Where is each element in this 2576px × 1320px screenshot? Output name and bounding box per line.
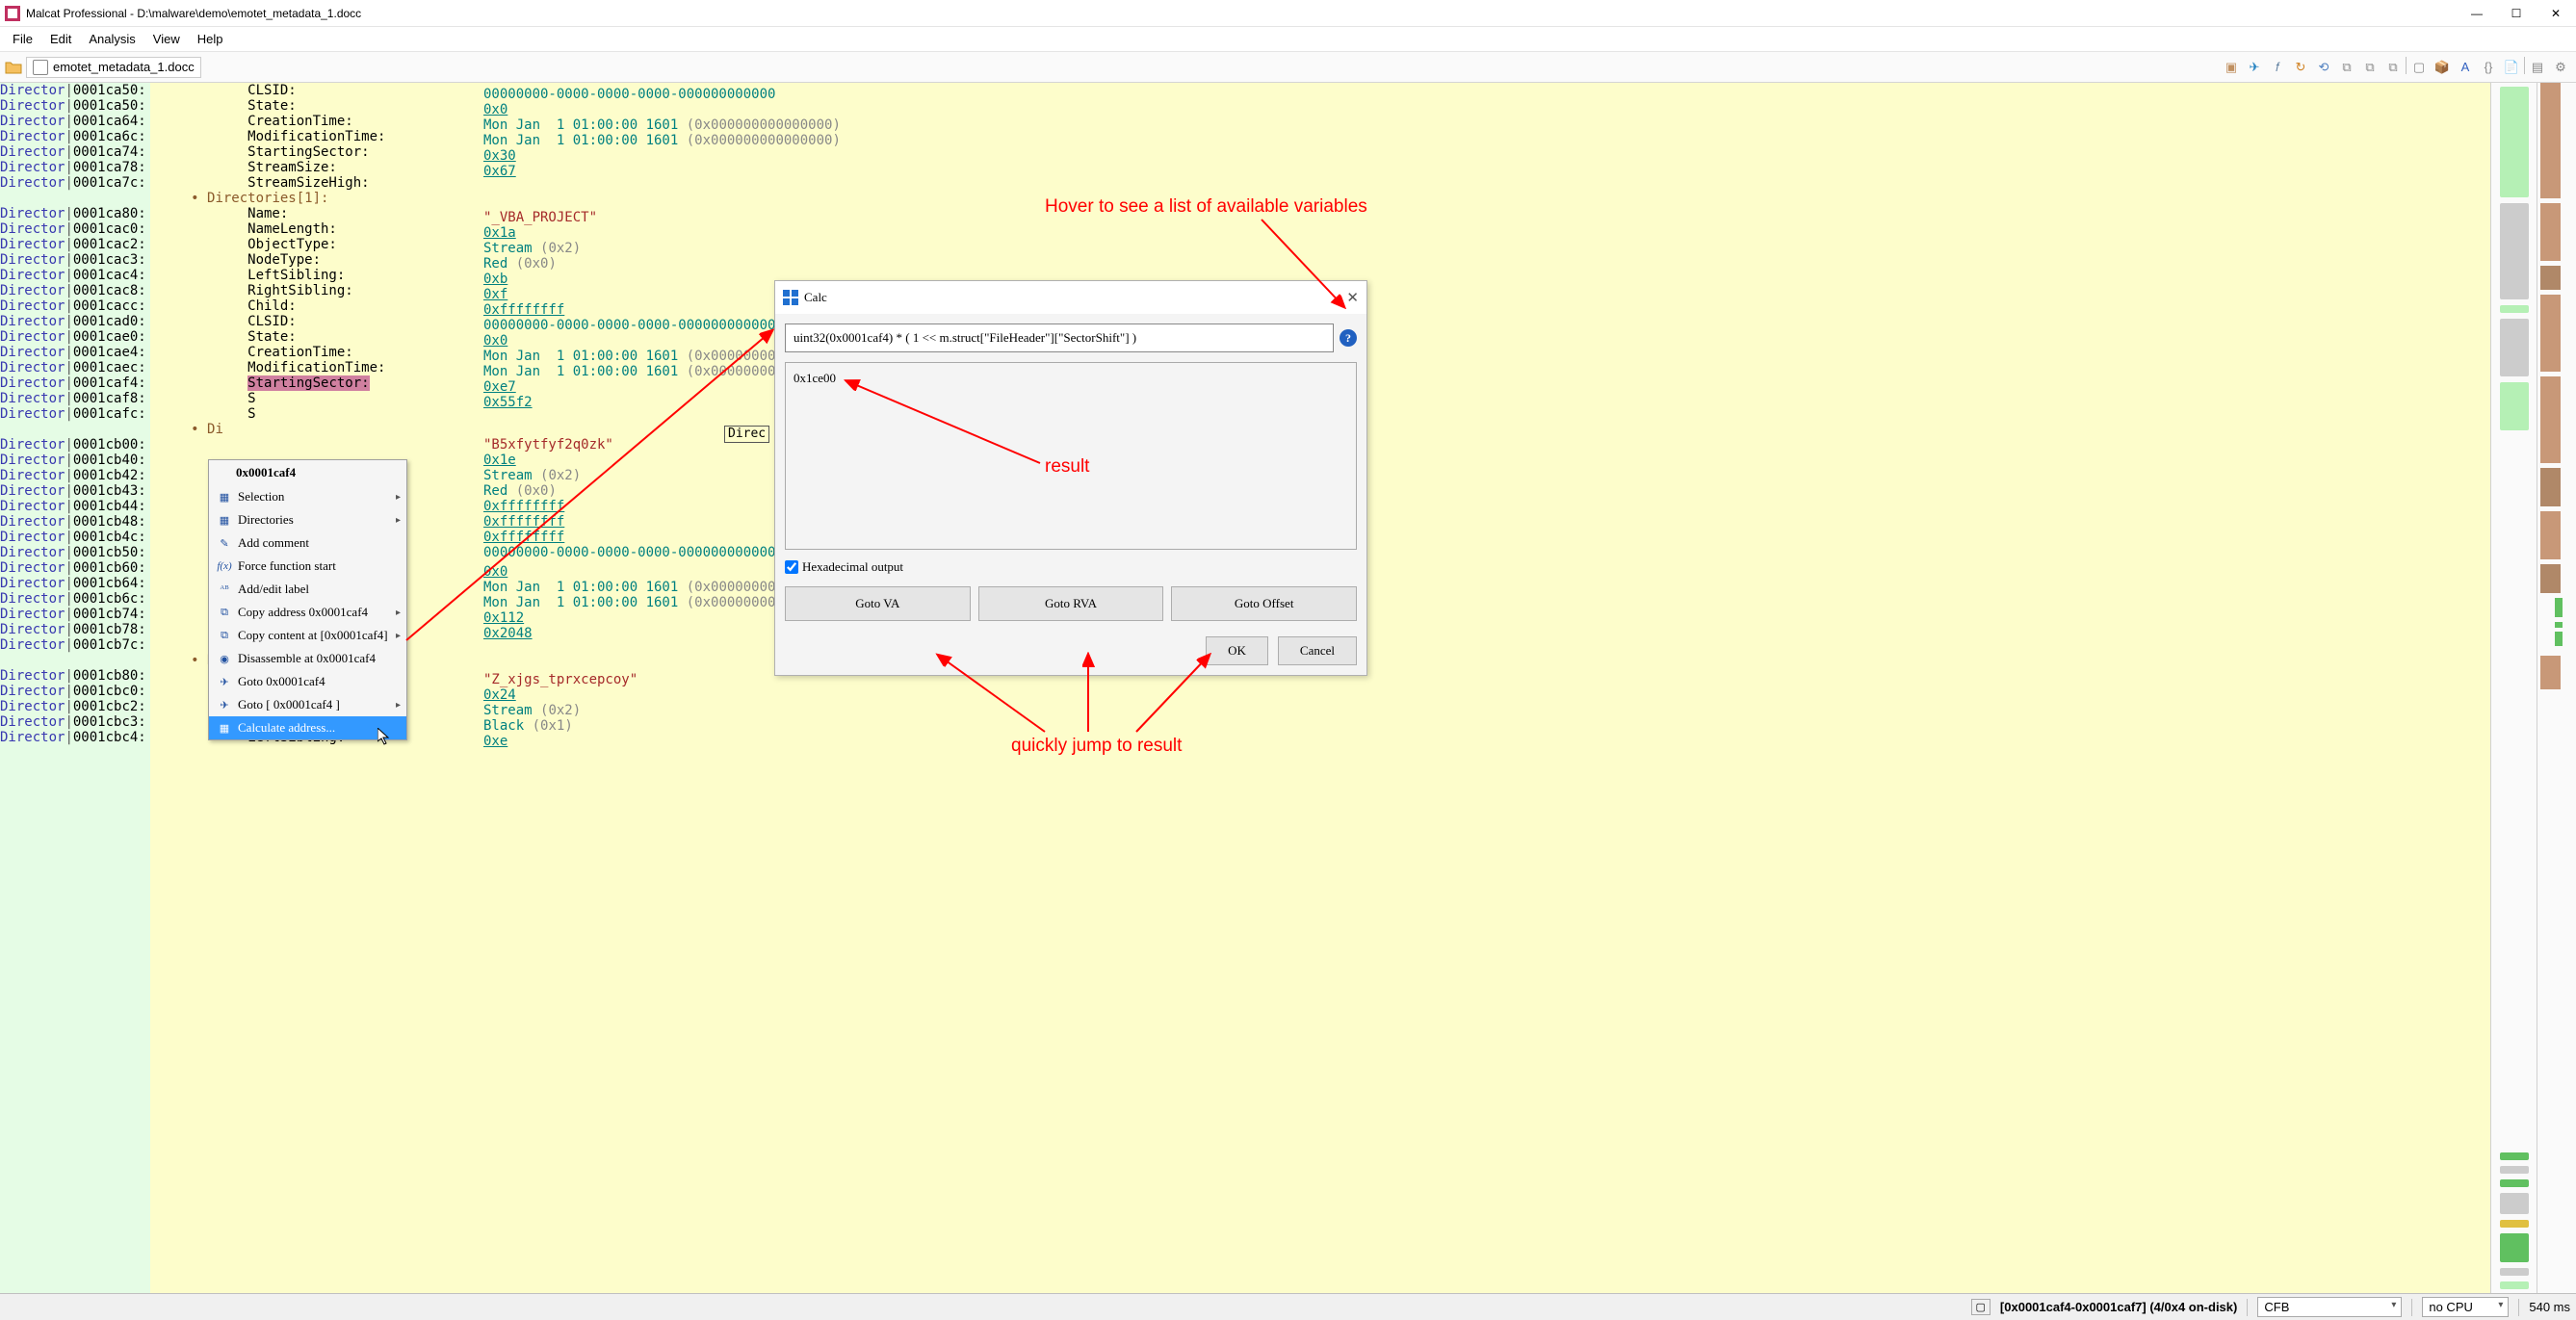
- calc-result-output: 0x1ce00: [785, 362, 1357, 550]
- context-item[interactable]: ✈Goto 0x0001caf4: [209, 670, 406, 693]
- minimap-narrow[interactable]: [2537, 83, 2576, 1293]
- context-item[interactable]: ▦Directories▸: [209, 508, 406, 531]
- toolbar-right: ▣ ✈ 𝑓 ↻ ⟲ ⧉ ⧉ ⧉ ▢ 📦 A {} 📄 ▤ ⚙: [2221, 57, 2571, 78]
- tool-script-icon[interactable]: 𝑓: [2267, 57, 2288, 78]
- help-icon[interactable]: ?: [1340, 329, 1357, 347]
- status-time: 540 ms: [2529, 1300, 2570, 1314]
- status-selection: [0x0001caf4-0x0001caf7] (4/0x4 on-disk): [2000, 1300, 2237, 1314]
- calc-title: Calc: [804, 290, 1346, 305]
- menu-file[interactable]: File: [5, 29, 40, 49]
- cursor-icon: [377, 728, 393, 747]
- menu-view[interactable]: View: [145, 29, 188, 49]
- goto-offset-button[interactable]: Goto Offset: [1171, 586, 1357, 621]
- tool-layout-icon[interactable]: ▣: [2221, 57, 2242, 78]
- tool-pkg-icon[interactable]: 📦: [2432, 57, 2453, 78]
- doc-status-icon: ▢: [1971, 1299, 1991, 1315]
- calc-icon: [783, 290, 798, 305]
- hex-output-checkbox[interactable]: [785, 560, 798, 574]
- statusbar: ▢ [0x0001caf4-0x0001caf7] (4/0x4 on-disk…: [0, 1293, 2576, 1320]
- context-item[interactable]: ▦Selection▸: [209, 485, 406, 508]
- context-item[interactable]: ✈Goto [ 0x0001caf4 ]▸: [209, 693, 406, 716]
- context-item[interactable]: ◉Disassemble at 0x0001caf4: [209, 647, 406, 670]
- tool-refresh-icon[interactable]: ↻: [2290, 57, 2311, 78]
- main-area: Director|0001ca50:Director|0001ca50:Dire…: [0, 83, 2576, 1293]
- menu-analysis[interactable]: Analysis: [81, 29, 143, 49]
- file-icon: [33, 60, 48, 75]
- calc-close-icon[interactable]: ✕: [1346, 289, 1359, 307]
- tool-goto-icon[interactable]: ✈: [2244, 57, 2265, 78]
- tool-copy-icon[interactable]: ⧉: [2336, 57, 2357, 78]
- titlebar: Malcat Professional - D:\malware\demo\em…: [0, 0, 2576, 27]
- context-item[interactable]: ⧉Copy content at [0x0001caf4]▸: [209, 624, 406, 647]
- tool-braces-icon[interactable]: {}: [2478, 57, 2499, 78]
- context-item[interactable]: ᴬᴮAdd/edit label: [209, 578, 406, 601]
- context-item[interactable]: ⧉Copy address 0x0001caf4▸: [209, 601, 406, 624]
- tool-doc-icon[interactable]: 📄: [2501, 57, 2522, 78]
- tool-copy3-icon[interactable]: ⧉: [2382, 57, 2404, 78]
- format-select[interactable]: CFB: [2257, 1297, 2402, 1317]
- tool-copy2-icon[interactable]: ⧉: [2359, 57, 2381, 78]
- close-button[interactable]: ✕: [2548, 6, 2563, 21]
- minimap-wide[interactable]: [2490, 83, 2537, 1293]
- structure-view[interactable]: CLSID:00000000-0000-0000-0000-0000000000…: [150, 83, 2490, 1293]
- context-menu-header: 0x0001caf4: [209, 460, 406, 485]
- hex-output-label: Hexadecimal output: [802, 559, 903, 575]
- folder-icon[interactable]: [5, 59, 22, 76]
- window-title: Malcat Professional - D:\malware\demo\em…: [26, 7, 2469, 20]
- goto-rva-button[interactable]: Goto RVA: [978, 586, 1164, 621]
- tool-font-icon[interactable]: A: [2455, 57, 2476, 78]
- ok-button[interactable]: OK: [1206, 636, 1268, 665]
- calc-dialog: Calc ✕ ? 0x1ce00 Hexadecimal output Goto…: [774, 280, 1367, 676]
- context-item[interactable]: f(x)Force function start: [209, 555, 406, 578]
- tool-link-icon[interactable]: ⟲: [2313, 57, 2334, 78]
- toolbar: emotet_metadata_1.docc ▣ ✈ 𝑓 ↻ ⟲ ⧉ ⧉ ⧉ ▢…: [0, 52, 2576, 83]
- goto-va-button[interactable]: Goto VA: [785, 586, 971, 621]
- menubar: File Edit Analysis View Help: [0, 27, 2576, 52]
- cpu-select[interactable]: no CPU: [2422, 1297, 2509, 1317]
- current-filename: emotet_metadata_1.docc: [53, 60, 195, 74]
- menu-help[interactable]: Help: [190, 29, 231, 49]
- app-icon: [5, 6, 20, 21]
- tool-gear-icon[interactable]: ⚙: [2550, 57, 2571, 78]
- context-menu: 0x0001caf4 ▦Selection▸▦Directories▸✎Add …: [208, 459, 407, 740]
- minimize-button[interactable]: —: [2469, 6, 2485, 21]
- tool-bars-icon[interactable]: ▤: [2527, 57, 2548, 78]
- cancel-button[interactable]: Cancel: [1278, 636, 1357, 665]
- tool-square-icon[interactable]: ▢: [2408, 57, 2430, 78]
- maximize-button[interactable]: ☐: [2509, 6, 2524, 21]
- calc-expression-input[interactable]: [785, 324, 1334, 352]
- context-item[interactable]: ✎Add comment: [209, 531, 406, 555]
- menu-edit[interactable]: Edit: [42, 29, 79, 49]
- calc-titlebar[interactable]: Calc ✕: [775, 281, 1366, 314]
- calc-result-value: 0x1ce00: [794, 371, 836, 385]
- address-gutter: Director|0001ca50:Director|0001ca50:Dire…: [0, 83, 150, 1293]
